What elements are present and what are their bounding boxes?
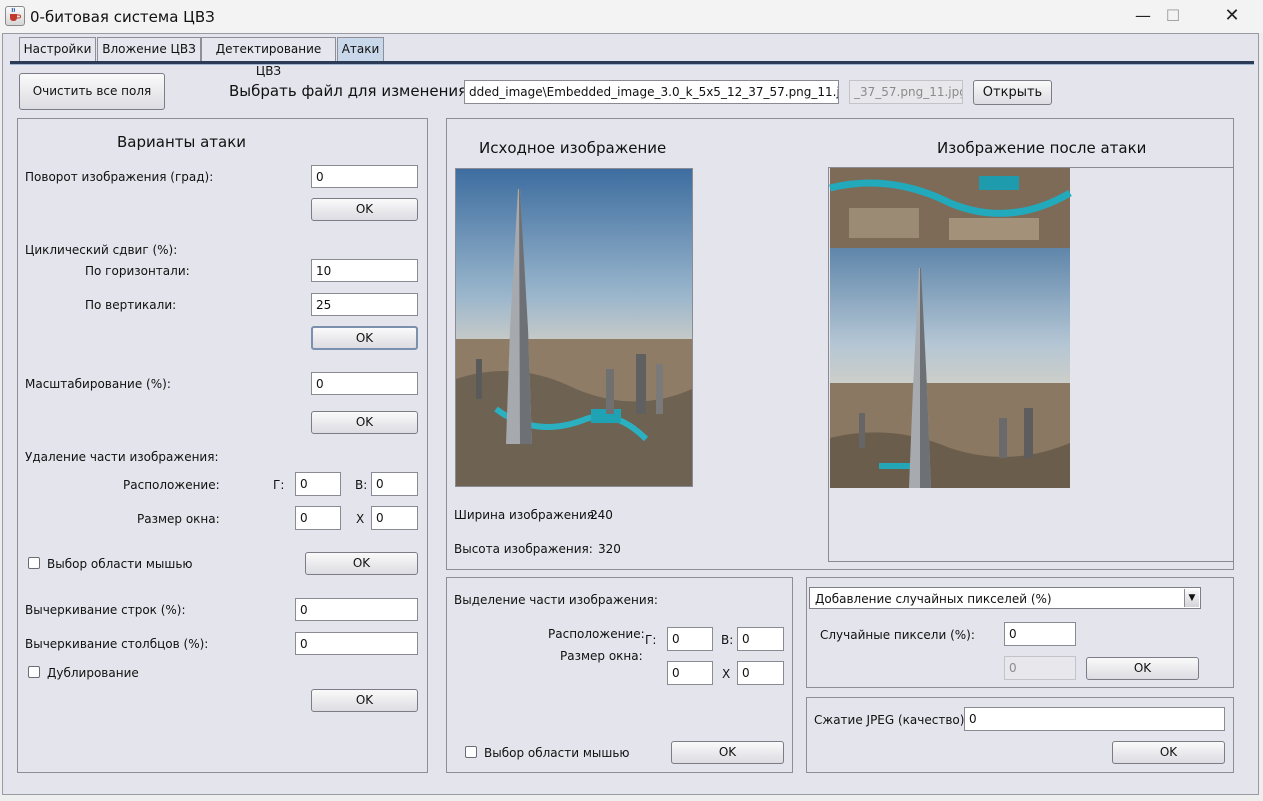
open-button[interactable]: Открыть: [973, 80, 1052, 105]
attacked-image-area: [828, 167, 1234, 562]
rows-label: Вычеркивание строк (%):: [25, 603, 186, 617]
dropdown-arrow-icon[interactable]: ▼: [1184, 589, 1199, 607]
cols-input[interactable]: 0: [295, 632, 418, 655]
selection-title: Выделение части изображения:: [454, 593, 658, 607]
selection-width-input[interactable]: 0: [667, 661, 713, 685]
cyclic-shift-ok-button[interactable]: OK: [311, 326, 418, 350]
removal-v-input[interactable]: 0: [371, 472, 418, 496]
original-image: [455, 168, 693, 487]
removal-size-label: Размер окна:: [137, 512, 220, 526]
tab-settings[interactable]: Настройки: [19, 37, 96, 61]
removal-mouse-label: Выбор области мышью: [47, 557, 193, 571]
removal-width-input[interactable]: 0: [295, 506, 341, 530]
tab-detection[interactable]: Детектирование ЦВЗ: [201, 37, 336, 78]
file-path-input[interactable]: dded_image\Embedded_image_3.0_k_5x5_12_3…: [464, 80, 839, 104]
cyclic-shift-label: Циклический сдвиг (%):: [25, 243, 178, 257]
attack-options-title: Варианты атаки: [117, 133, 247, 151]
selection-height-input[interactable]: 0: [737, 661, 784, 685]
selection-g-input[interactable]: 0: [667, 627, 713, 651]
horizontal-shift-label: По горизонтали:: [85, 264, 190, 278]
height-label: Высота изображения:: [454, 542, 593, 556]
selection-v-label: В:: [721, 633, 734, 647]
removal-ok-button[interactable]: OK: [305, 552, 418, 575]
removal-mouse-checkbox[interactable]: [28, 557, 40, 569]
close-icon[interactable]: ✕: [1203, 0, 1261, 32]
selection-size-label: Размер окна:: [560, 649, 643, 663]
horizontal-shift-input[interactable]: 10: [311, 259, 418, 282]
title-bar: 0-битовая система ЦВЗ — ☐ ✕: [0, 0, 1263, 33]
duplicate-checkbox[interactable]: [28, 666, 40, 678]
jpeg-label: Сжатие JPEG (качество):: [814, 713, 969, 727]
scaling-input[interactable]: 0: [311, 372, 418, 395]
width-label: Ширина изображения:: [454, 508, 599, 522]
attack-type-select[interactable]: Добавление случайных пикселей (%) ▼: [809, 587, 1201, 609]
vertical-shift-label: По вертикали:: [85, 298, 177, 312]
removal-label: Удаление части изображения:: [25, 450, 219, 464]
selection-mouse-checkbox[interactable]: [465, 746, 477, 758]
random-pixels-ok-button[interactable]: OK: [1086, 657, 1199, 680]
removal-position-label: Расположение:: [123, 478, 220, 492]
clear-all-button[interactable]: Очистить все поля: [19, 73, 165, 110]
rotation-ok-button[interactable]: OK: [311, 198, 418, 221]
cols-label: Вычеркивание столбцов (%):: [25, 637, 209, 651]
width-value: 240: [590, 508, 613, 522]
random-pixels-label: Случайные пиксели (%):: [820, 628, 975, 642]
output-file-field: _37_57.png_11.jpg: [849, 80, 963, 104]
selection-v-input[interactable]: 0: [737, 627, 784, 651]
removal-x-label: X: [356, 512, 365, 526]
tab-divider-light: [10, 64, 1254, 65]
removal-g-input[interactable]: 0: [295, 472, 341, 496]
attack-type-selected: Добавление случайных пикселей (%): [815, 592, 1052, 606]
attacked-image-title: Изображение после атаки: [937, 139, 1147, 157]
height-value: 320: [598, 542, 621, 556]
strike-ok-button[interactable]: OK: [311, 689, 418, 712]
scaling-ok-button[interactable]: OK: [311, 411, 418, 434]
rotation-input[interactable]: 0: [311, 165, 418, 188]
file-select-label: Выбрать файл для изменения:: [229, 82, 473, 100]
selection-mouse-label: Выбор области мышью: [484, 746, 630, 760]
selection-ok-button[interactable]: OK: [671, 741, 784, 764]
maximize-icon[interactable]: ☐: [1144, 0, 1202, 32]
java-cup-icon: [5, 6, 25, 26]
jpeg-quality-input[interactable]: 0: [964, 707, 1225, 731]
duplicate-label: Дублирование: [47, 666, 139, 680]
jpeg-ok-button[interactable]: OK: [1112, 741, 1225, 764]
removal-v-label: В:: [355, 478, 368, 492]
vertical-shift-input[interactable]: 25: [311, 293, 418, 316]
attacked-image-top-strip: [829, 168, 1072, 248]
random-pixels-input[interactable]: 0: [1004, 622, 1076, 646]
attacked-image-main: [830, 248, 1070, 488]
selection-position-label: Расположение:: [548, 627, 645, 641]
scaling-label: Масштабирование (%):: [25, 377, 171, 391]
window-title: 0-битовая система ЦВЗ: [30, 8, 215, 26]
removal-g-label: Г:: [273, 478, 285, 492]
tab-attacks[interactable]: Атаки: [337, 37, 384, 61]
removal-height-input[interactable]: 0: [371, 506, 418, 530]
rotation-label: Поворот изображения (град):: [25, 170, 214, 184]
selection-x-label: X: [722, 667, 731, 681]
random-pixels-disabled-field: 0: [1004, 656, 1076, 680]
rows-input[interactable]: 0: [295, 598, 418, 621]
selection-g-label: Г:: [645, 633, 657, 647]
original-image-title: Исходное изображение: [479, 139, 667, 157]
tab-embedding[interactable]: Вложение ЦВЗ: [97, 37, 201, 61]
